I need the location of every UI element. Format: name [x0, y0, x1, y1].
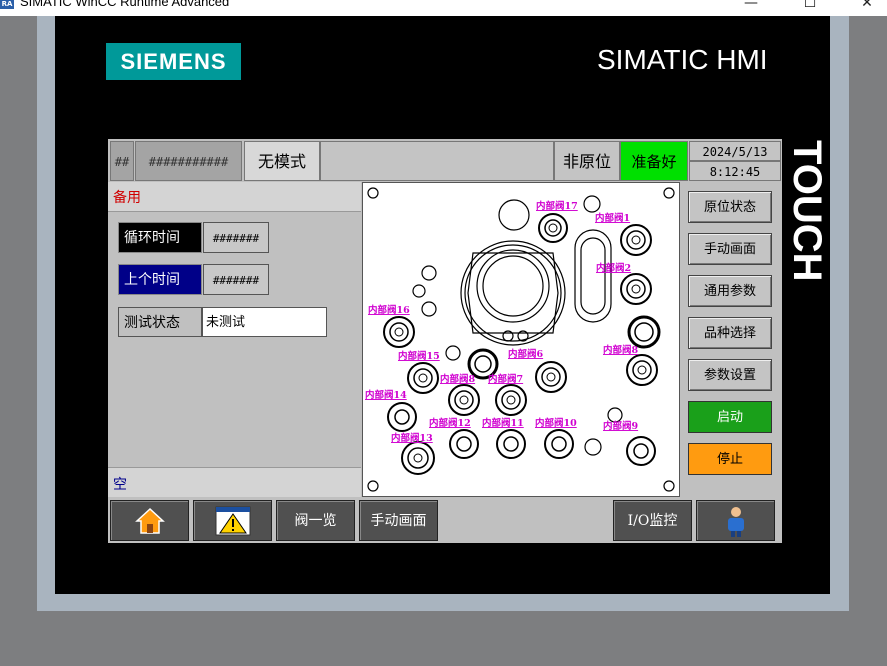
hmi-screen: ## ########### 无模式 非原位 准备好 2024/5/13 8:1…	[108, 139, 782, 543]
valve-label-2: 内部阀2	[596, 262, 631, 274]
hole	[583, 195, 601, 213]
valve-label-12: 内部阀12	[429, 417, 471, 429]
date-display: 2024/5/13	[689, 141, 781, 161]
spare-bar: 备用	[108, 182, 361, 212]
stop-button[interactable]: 停止	[688, 443, 772, 475]
origin-indicator: 非原位	[554, 141, 620, 181]
app-icon: RA	[0, 0, 14, 9]
valve-8	[448, 384, 480, 416]
time-display: 8:12:45	[689, 161, 781, 181]
valve-11	[496, 429, 526, 459]
hole	[421, 301, 437, 317]
main-bore	[460, 240, 566, 346]
test-state-label: 测试状态	[118, 307, 202, 337]
model-label: SIMATIC HMI	[597, 44, 768, 75]
valve-16	[383, 316, 415, 348]
valve-1	[620, 224, 652, 256]
general-params-button[interactable]: 通用参数	[688, 275, 772, 307]
warning-icon	[215, 506, 250, 536]
valve-10	[544, 429, 574, 459]
param-settings-button[interactable]: 参数设置	[688, 359, 772, 391]
valve-label-10: 内部阀10	[535, 417, 577, 429]
inner-bore	[476, 249, 550, 323]
inner-bore-ring	[482, 255, 544, 317]
touch-label: TOUCH	[785, 140, 829, 282]
last-time-label: 上个时间	[118, 264, 202, 295]
valve-label-1: 内部阀1	[595, 212, 630, 224]
hole	[412, 284, 426, 298]
window-title: SIMATIC WinCC Runtime Advanced	[20, 0, 230, 9]
origin-status-button[interactable]: 原位状态	[688, 191, 772, 223]
message-field	[320, 141, 554, 181]
home-icon	[134, 507, 165, 534]
valve-diagram: 内部阀17 内部阀1 内部阀2 内部阀16 内部阀8 内部阀15 内部阀6 内部…	[362, 182, 680, 497]
maximize-button[interactable]: ☐	[795, 0, 825, 11]
valve-13	[401, 441, 435, 475]
corner-hole	[663, 480, 675, 492]
valve-2	[620, 273, 652, 305]
valve-3	[626, 354, 658, 386]
hole	[421, 265, 437, 281]
minimize-button[interactable]: —	[736, 0, 766, 11]
valve-list-button[interactable]: 阀一览	[276, 500, 355, 541]
start-button[interactable]: 启动	[688, 401, 772, 433]
valve-label-11: 内部阀11	[482, 417, 524, 429]
cycle-time-value: #######	[203, 222, 269, 253]
valve-7	[495, 384, 527, 416]
test-state-value: 未测试	[202, 307, 327, 337]
valve-5	[627, 315, 661, 349]
bore-outline	[467, 252, 559, 334]
valve-label-5: 内部阀8	[603, 344, 639, 356]
valve-14	[387, 402, 417, 432]
empty-label: 空	[113, 477, 127, 493]
valve-label-14: 内部阀14	[365, 389, 407, 401]
status-field-short: ##	[110, 141, 134, 181]
product-select-button[interactable]: 品种选择	[688, 317, 772, 349]
hole	[607, 407, 623, 423]
valve-6	[535, 361, 567, 393]
io-monitor-button[interactable]: I/O监控	[613, 500, 692, 541]
valve-label-16: 内部阀16	[368, 304, 410, 316]
hole	[584, 438, 602, 456]
home-button[interactable]	[110, 500, 189, 541]
main-bore-ring	[464, 244, 562, 342]
corner-hole	[663, 187, 675, 199]
hole	[445, 345, 461, 361]
user-icon	[727, 507, 744, 537]
valve-17	[538, 213, 568, 243]
valve-diagram-svg: 内部阀17 内部阀1 内部阀2 内部阀16 内部阀8 内部阀15 内部阀6 内部…	[365, 187, 675, 492]
hole	[498, 199, 530, 231]
window-titlebar: RA SIMATIC WinCC Runtime Advanced — ☐ ✕	[0, 0, 887, 16]
valve-15	[407, 362, 439, 394]
ready-indicator: 准备好	[620, 141, 688, 181]
valve-label-9: 内部阀9	[603, 420, 639, 432]
spare-label: 备用	[113, 190, 141, 206]
siemens-logo: SIEMENS	[106, 43, 241, 80]
last-time-value: #######	[203, 264, 269, 295]
valve-label-17: 内部阀17	[536, 200, 578, 212]
valve-label-13: 内部阀13	[391, 432, 433, 444]
corner-hole	[367, 480, 379, 492]
close-button[interactable]: ✕	[852, 0, 882, 11]
cycle-time-label: 循环时间	[118, 222, 202, 253]
manual-screen-button[interactable]: 手动画面	[688, 233, 772, 265]
manual-footer-button[interactable]: 手动画面	[359, 500, 438, 541]
corner-hole	[367, 187, 379, 199]
alarm-button[interactable]	[193, 500, 272, 541]
empty-bar: 空	[108, 467, 361, 497]
valve-label-15: 内部阀15	[398, 350, 440, 362]
user-button[interactable]	[696, 500, 775, 541]
slot-inner	[580, 237, 606, 315]
mode-indicator: 无模式	[244, 141, 320, 181]
valve-12	[449, 429, 479, 459]
valve-label-8: 内部阀8	[440, 373, 476, 385]
valve-9	[626, 436, 656, 466]
valve-label-7: 内部阀7	[488, 373, 523, 385]
valve-label-6: 内部阀6	[508, 348, 544, 360]
touch-label-area: TOUCH	[781, 140, 831, 315]
status-field-long: ###########	[135, 141, 242, 181]
